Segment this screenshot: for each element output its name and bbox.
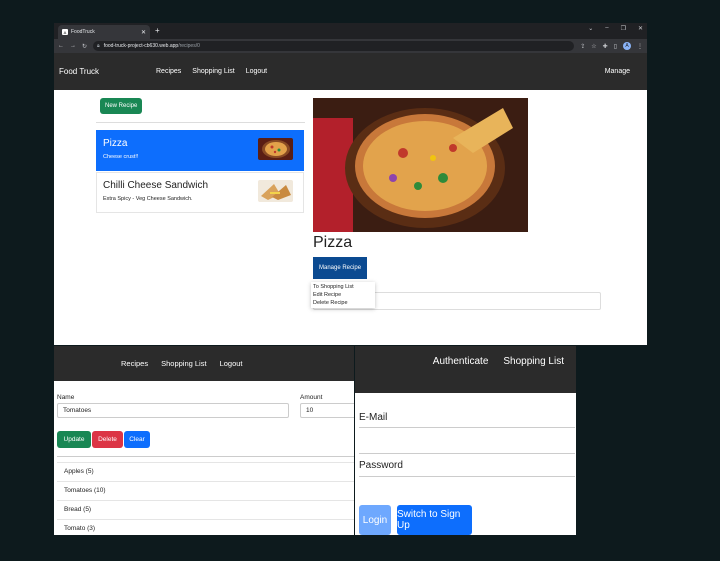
recipe-item-pizza[interactable]: Pizza Cheese crust!!	[96, 130, 304, 171]
profile-avatar[interactable]: A	[623, 42, 631, 50]
recipe-description: Extra Spicy - Veg Cheese Sandwich.	[103, 196, 193, 202]
divider	[96, 122, 305, 123]
login-button[interactable]: Login	[359, 505, 391, 535]
list-item[interactable]: Tomato (3)	[57, 519, 354, 535]
list-item[interactable]: Bread (5)	[57, 500, 354, 519]
url-path: /recipes/0	[178, 43, 200, 49]
menu-item-to-shopping-list[interactable]: To Shopping List	[311, 283, 375, 291]
new-recipe-button[interactable]: New Recipe	[100, 98, 143, 114]
tab-search-icon[interactable]: ⌄	[588, 25, 593, 32]
nav-shopping-list[interactable]: Shopping List	[161, 359, 206, 368]
menu-item-delete-recipe[interactable]: Delete Recipe	[311, 299, 375, 307]
recipe-item-chilli-cheese-sandwich[interactable]: Chilli Cheese Sandwich Extra Spicy - Veg…	[96, 172, 304, 213]
recipe-name: Pizza	[103, 138, 128, 149]
name-input[interactable]: Tomatoes	[57, 403, 289, 418]
sidebar-icon[interactable]: ▯	[614, 43, 617, 50]
sandwich-thumbnail	[258, 180, 293, 202]
brand-link[interactable]: Food Truck	[59, 67, 99, 76]
browser-toolbar: ← → ↻ 🔒︎ food-truck-project-cb630.web.ap…	[54, 39, 647, 53]
window-close-icon[interactable]: ✕	[638, 25, 643, 32]
recipe-name: Chilli Cheese Sandwich	[103, 180, 209, 191]
shopping-list-page: Recipes Shopping List Logout Name Tomato…	[54, 346, 354, 535]
delete-button[interactable]: Delete	[92, 431, 123, 448]
name-label: Name	[57, 394, 75, 401]
window-controls: ⌄ – ❐ ✕	[588, 25, 643, 32]
minimize-icon[interactable]: –	[605, 25, 608, 32]
tab-title: FoodTruck	[71, 29, 95, 35]
email-label: E-Mail	[359, 412, 388, 423]
manage-recipe-button[interactable]: Manage Recipe	[313, 257, 368, 279]
recipe-title: Pizza	[313, 234, 353, 251]
nav-shopping-list[interactable]: Shopping List	[192, 68, 234, 75]
back-icon[interactable]: ←	[58, 43, 64, 49]
password-field[interactable]	[359, 476, 575, 503]
amount-input[interactable]: 10	[300, 403, 354, 418]
browser-tab[interactable]: A FoodTruck ✕	[58, 25, 150, 39]
nav-recipes[interactable]: Recipes	[121, 359, 148, 368]
recipe-description: Cheese crust!!	[103, 154, 139, 160]
auth-navbar: Authenticate Shopping List	[355, 346, 576, 393]
forward-icon[interactable]: →	[70, 43, 76, 49]
browser-menu-icon[interactable]: ⋮	[637, 43, 643, 50]
menu-item-edit-recipe[interactable]: Edit Recipe	[311, 291, 375, 299]
nav-logout[interactable]: Logout	[220, 359, 243, 368]
shopping-navbar: Recipes Shopping List Logout	[54, 346, 354, 381]
list-item[interactable]: Tomatoes (10)	[57, 481, 354, 500]
manage-recipe-menu: To Shopping List Edit Recipe Delete Reci…	[311, 282, 375, 308]
recipes-page: New Recipe Pizza Cheese crust!! Chilli C…	[54, 90, 647, 325]
recipe-image	[313, 98, 528, 232]
url-host: food-truck-project-cb630.web.app	[103, 43, 179, 49]
new-tab-button[interactable]: +	[155, 26, 160, 35]
auth-page: Authenticate Shopping List E-Mail Passwo…	[355, 346, 576, 535]
bookmark-star-icon[interactable]: ☆	[591, 43, 596, 50]
nav-shopping-list[interactable]: Shopping List	[503, 356, 564, 367]
nav-authenticate[interactable]: Authenticate	[433, 356, 489, 367]
nav-logout[interactable]: Logout	[246, 68, 267, 75]
nav-recipes[interactable]: Recipes	[156, 68, 181, 75]
address-bar[interactable]: 🔒︎ food-truck-project-cb630.web.app/reci…	[93, 41, 575, 51]
lock-icon: 🔒︎	[97, 43, 100, 49]
extensions-icon[interactable]: ✚	[603, 43, 608, 50]
nav-links: Recipes Shopping List Logout	[156, 68, 267, 75]
amount-label: Amount	[300, 394, 323, 401]
manage-dropdown[interactable]: Manage	[605, 68, 630, 75]
divider	[57, 456, 354, 457]
update-button[interactable]: Update	[57, 431, 91, 448]
password-label: Password	[359, 460, 403, 471]
tab-close-icon[interactable]: ✕	[141, 29, 146, 36]
restore-icon[interactable]: ❐	[621, 25, 626, 32]
favicon-icon: A	[62, 29, 68, 35]
share-icon[interactable]: ⇪	[580, 43, 585, 50]
pizza-thumbnail	[258, 138, 293, 160]
app-navbar: Food Truck Recipes Shopping List Logout …	[54, 53, 647, 90]
switch-to-signup-button[interactable]: Switch to Sign Up	[397, 505, 472, 535]
tab-bar: A FoodTruck ✕ + ⌄ – ❐ ✕	[54, 23, 647, 39]
list-item[interactable]: Apples (5)	[57, 462, 354, 481]
clear-button[interactable]: Clear	[124, 431, 150, 448]
email-field[interactable]	[359, 427, 575, 454]
browser-window: A FoodTruck ✕ + ⌄ – ❐ ✕ ← → ↻ 🔒︎ food-tr…	[54, 23, 647, 345]
reload-icon[interactable]: ↻	[82, 43, 87, 50]
